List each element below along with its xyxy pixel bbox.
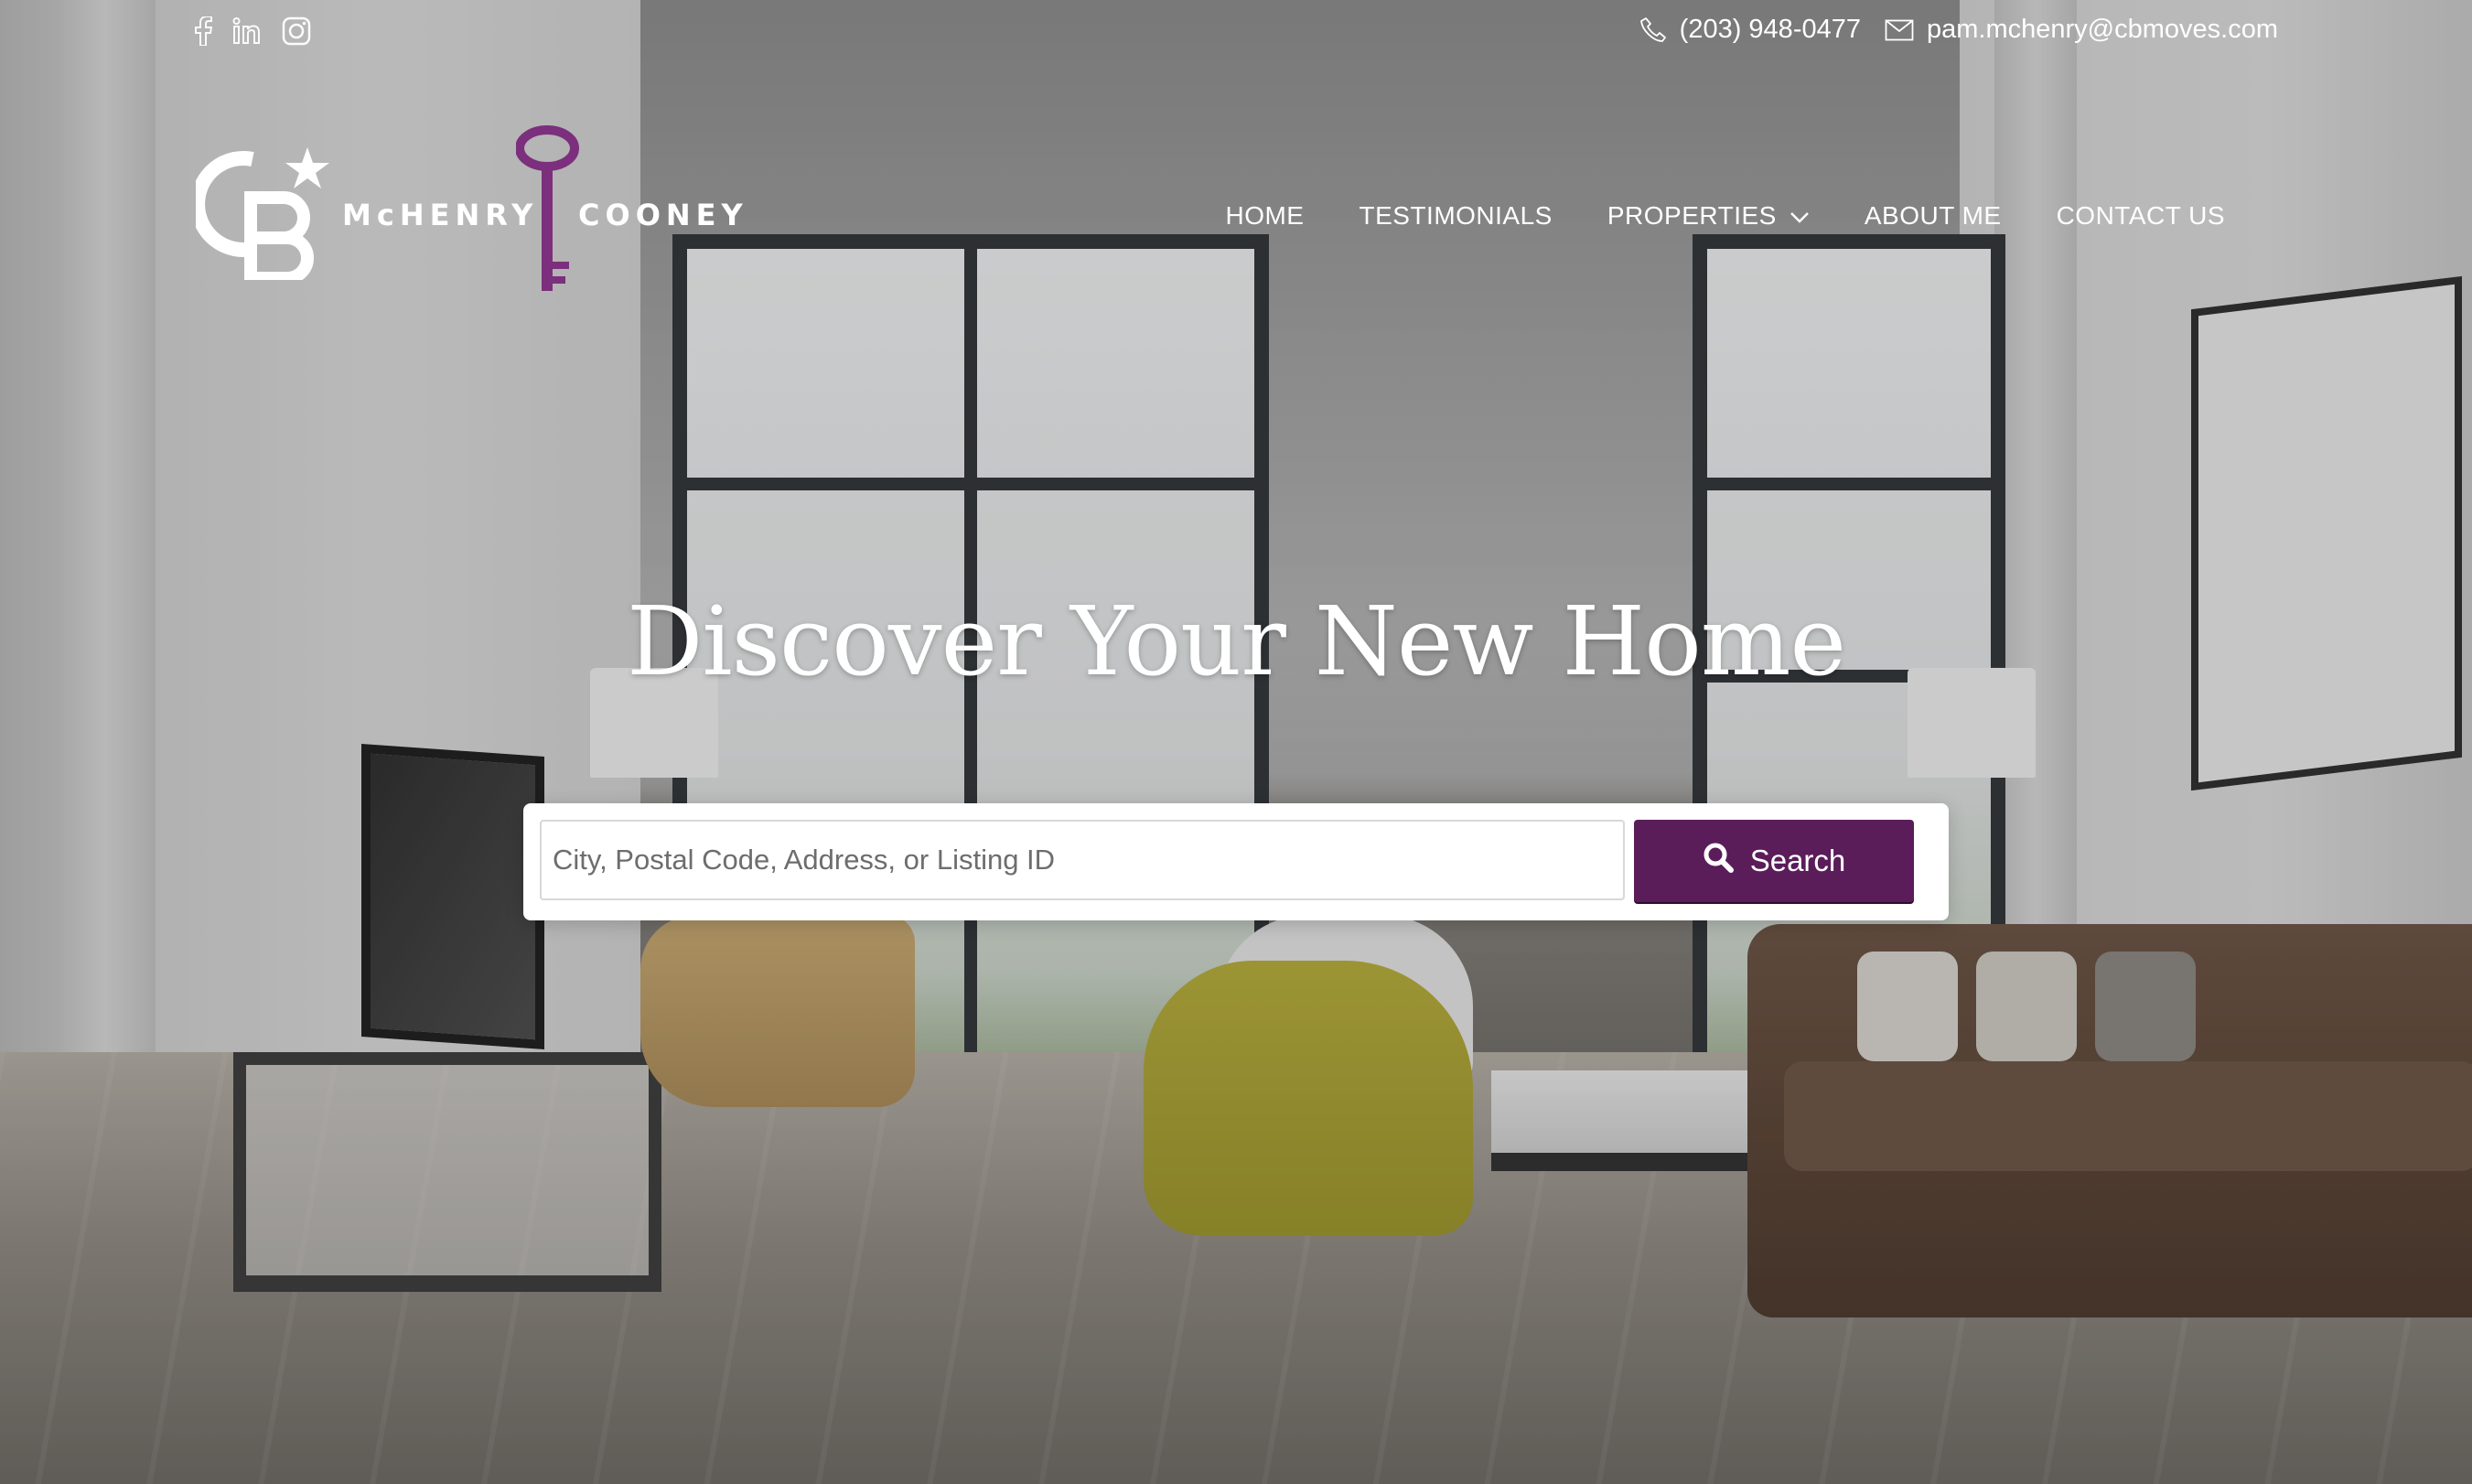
search-button-label: Search	[1749, 844, 1846, 877]
nav-contact-us-label: CONTACT US	[2056, 201, 2225, 230]
page: (203) 948-0477 pam.mchenry@cbmoves.com M…	[0, 0, 2472, 1484]
phone-number: (203) 948-0477	[1679, 15, 1861, 44]
nav-properties-label: PROPERTIES	[1607, 201, 1777, 230]
phone-link[interactable]: (203) 948-0477	[1639, 15, 1861, 45]
chevron-down-icon	[1790, 201, 1810, 231]
nav-about-me-label: ABOUT ME	[1864, 201, 2002, 230]
logo-word-mchenry: McHENRY	[342, 198, 539, 232]
site-logo[interactable]: McHENRY COONEY	[190, 124, 748, 299]
instagram-icon[interactable]	[282, 15, 311, 48]
search-panel: Search	[523, 803, 1949, 920]
search-input[interactable]	[540, 820, 1625, 900]
nav-testimonials-label: TESTIMONIALS	[1359, 201, 1553, 230]
facebook-icon[interactable]	[194, 15, 212, 48]
contact-info: (203) 948-0477 pam.mchenry@cbmoves.com	[1628, 15, 2278, 45]
envelope-icon	[1885, 19, 1914, 41]
search-button[interactable]: Search	[1634, 820, 1914, 902]
phone-icon	[1639, 16, 1667, 44]
logo-word-cooney: COONEY	[578, 198, 748, 232]
linkedin-icon[interactable]	[232, 15, 262, 48]
nav-contact-us[interactable]: CONTACT US	[2057, 201, 2225, 231]
key-icon	[515, 124, 582, 299]
nav-home-label: HOME	[1225, 201, 1305, 230]
nav-testimonials[interactable]: TESTIMONIALS	[1359, 201, 1552, 231]
email-link[interactable]: pam.mchenry@cbmoves.com	[1885, 15, 2278, 45]
nav-about-me[interactable]: ABOUT ME	[1865, 201, 2002, 231]
nav-home[interactable]: HOME	[1225, 201, 1304, 231]
main-nav: HOME TESTIMONIALS PROPERTIES ABOUT ME CO…	[1225, 201, 2225, 231]
search-icon	[1703, 842, 1734, 880]
hero-title: Discover Your New Home	[626, 586, 1846, 697]
social-links	[194, 15, 311, 48]
email-address: pam.mchenry@cbmoves.com	[1927, 15, 2278, 44]
top-bar: (203) 948-0477 pam.mchenry@cbmoves.com	[0, 0, 2472, 66]
nav-properties[interactable]: PROPERTIES	[1607, 201, 1810, 231]
coldwell-banker-logo-icon	[190, 143, 333, 285]
